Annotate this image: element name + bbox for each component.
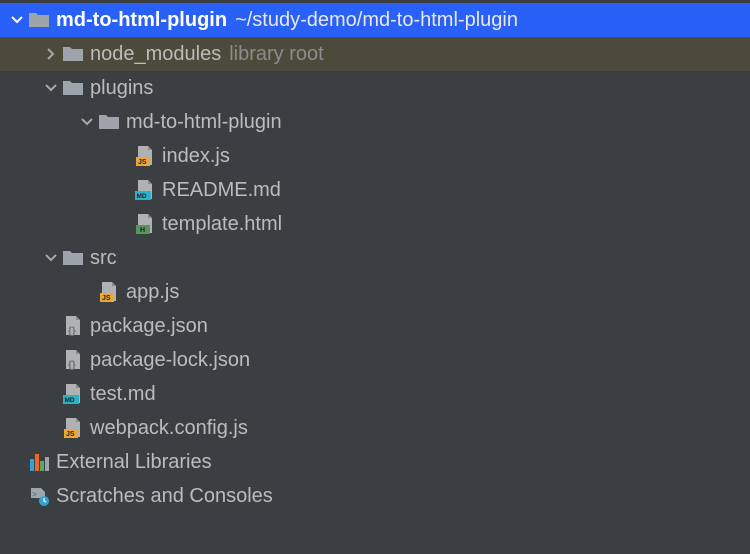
tree-item-label: test.md: [90, 383, 156, 406]
tree-item-label: README.md: [162, 179, 281, 202]
chevron-down-icon[interactable]: [6, 14, 28, 26]
tree-item-label: Scratches and Consoles: [56, 485, 273, 508]
tree-item-label: app.js: [126, 281, 179, 304]
folder-icon: [98, 111, 120, 133]
file-js-icon: [134, 145, 156, 167]
tree-item-test-md[interactable]: test.md: [0, 377, 750, 411]
folder-icon: [62, 247, 84, 269]
folder-icon: [28, 9, 50, 31]
tree-item-webpack-config[interactable]: webpack.config.js: [0, 411, 750, 445]
tree-item-label: index.js: [162, 145, 230, 168]
tree-item-root[interactable]: md-to-html-plugin ~/study-demo/md-to-htm…: [0, 3, 750, 37]
tree-item-plugins[interactable]: plugins: [0, 71, 750, 105]
tree-item-label: plugins: [90, 77, 153, 100]
file-js-icon: [98, 281, 120, 303]
tree-item-plugins-md[interactable]: md-to-html-plugin: [0, 105, 750, 139]
file-json-icon: [62, 315, 84, 337]
folder-icon: [62, 77, 84, 99]
tree-item-readme-md[interactable]: README.md: [0, 173, 750, 207]
tree-item-scratches[interactable]: Scratches and Consoles: [0, 479, 750, 513]
project-tree: md-to-html-plugin ~/study-demo/md-to-htm…: [0, 0, 750, 516]
tree-item-node-modules[interactable]: node_modules library root: [0, 37, 750, 71]
file-md-icon: [134, 179, 156, 201]
tree-item-label: webpack.config.js: [90, 417, 248, 440]
chevron-down-icon[interactable]: [76, 116, 98, 128]
file-md-icon: [62, 383, 84, 405]
tree-item-label: node_modules: [90, 43, 221, 66]
file-json-icon: [62, 349, 84, 371]
tree-item-label: src: [90, 247, 117, 270]
tree-item-external-libraries[interactable]: External Libraries: [0, 445, 750, 479]
chevron-down-icon[interactable]: [40, 82, 62, 94]
tree-item-label: package.json: [90, 315, 208, 338]
external-libraries-icon: [28, 451, 50, 473]
tree-item-path: ~/study-demo/md-to-html-plugin: [235, 9, 518, 32]
tree-item-label: md-to-html-plugin: [126, 111, 282, 134]
tree-item-label: template.html: [162, 213, 282, 236]
file-html-icon: [134, 213, 156, 235]
tree-item-package-json[interactable]: package.json: [0, 309, 750, 343]
tree-item-label: External Libraries: [56, 451, 212, 474]
tree-item-src[interactable]: src: [0, 241, 750, 275]
chevron-down-icon[interactable]: [40, 252, 62, 264]
file-js-icon: [62, 417, 84, 439]
folder-icon: [62, 43, 84, 65]
tree-item-index-js[interactable]: index.js: [0, 139, 750, 173]
tree-item-app-js[interactable]: app.js: [0, 275, 750, 309]
tree-item-package-lock-json[interactable]: package-lock.json: [0, 343, 750, 377]
tree-item-label: package-lock.json: [90, 349, 250, 372]
tree-item-label: md-to-html-plugin: [56, 9, 227, 32]
tree-item-template-html[interactable]: template.html: [0, 207, 750, 241]
chevron-right-icon[interactable]: [40, 48, 62, 60]
tree-item-hint: library root: [229, 43, 323, 66]
scratches-icon: [28, 485, 50, 507]
